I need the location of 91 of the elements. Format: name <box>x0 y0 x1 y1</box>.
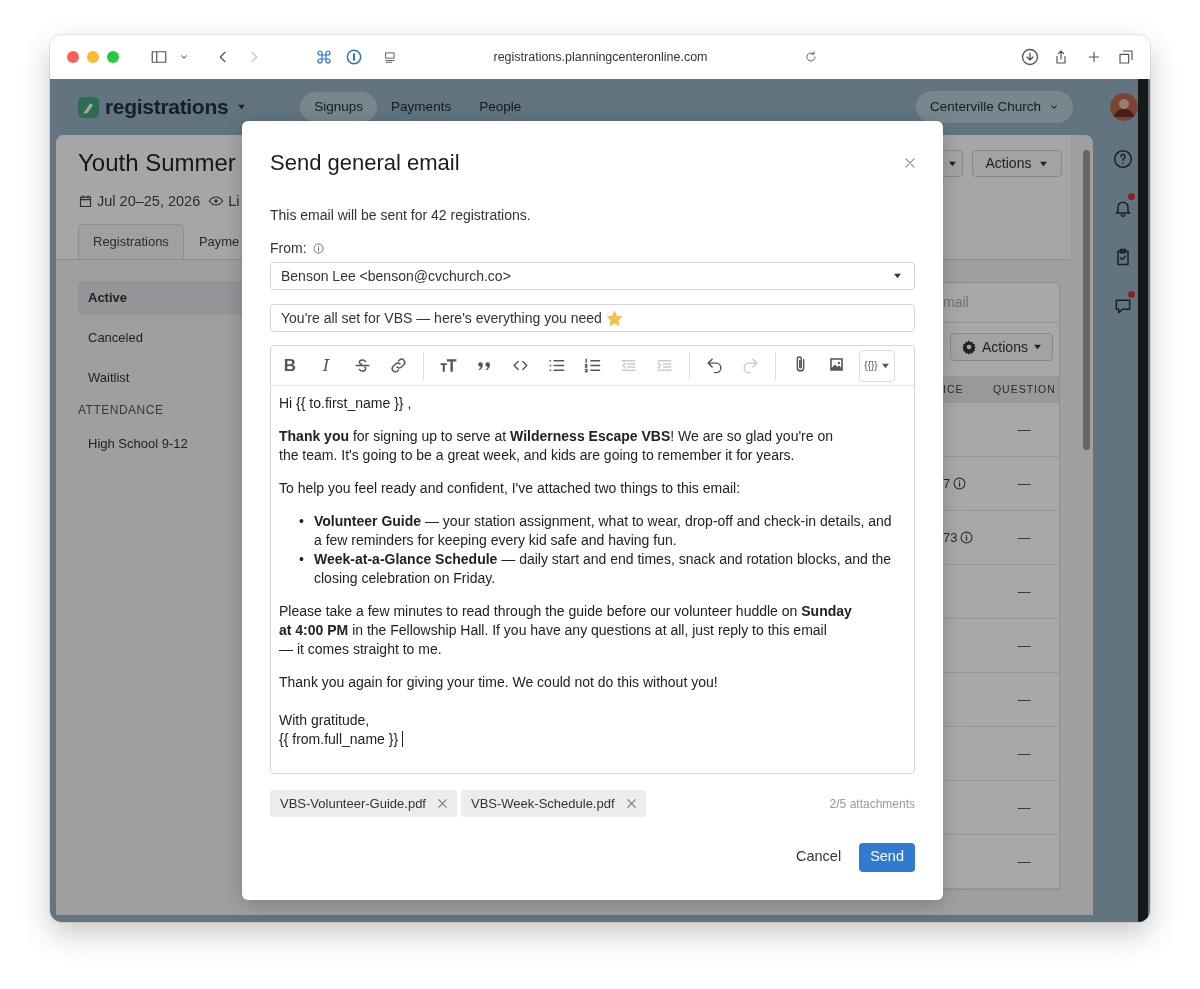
paragraph: Thank you again for giving your time. We could not do this without you! <box>279 673 719 692</box>
paragraph: Hi {{ to.first_name }} , <box>279 394 413 413</box>
link-icon <box>388 356 408 375</box>
strikethrough-icon <box>352 356 372 375</box>
command-icon[interactable] <box>316 49 332 65</box>
sidebar-icon[interactable] <box>150 48 168 66</box>
section-heading: ATTENDANCE <box>78 402 165 419</box>
cancel-button[interactable]: Cancel <box>796 842 842 872</box>
italic-button[interactable]: I <box>311 350 341 381</box>
table-cell: — <box>1017 475 1031 491</box>
table-cell: — <box>1017 583 1031 599</box>
list-marker: • <box>299 512 305 531</box>
reload-icon[interactable] <box>804 50 818 64</box>
attachment-count: 2/5 attachments <box>829 795 915 813</box>
list-item: Week-at-a-Glance Schedule — daily start and end times, snack and rotation blocks, and the closing celebration on Friday. <box>314 550 893 588</box>
password-icon[interactable] <box>346 49 362 65</box>
actions-button[interactable]: Actions <box>950 333 1053 361</box>
text-size-icon <box>438 356 458 375</box>
actions-button[interactable]: Actions <box>972 150 1062 177</box>
remove-attachment-button[interactable] <box>436 797 449 810</box>
sidebar-item[interactable]: Active <box>78 281 242 315</box>
dialog-title: Send general email <box>270 149 460 177</box>
caret-icon <box>1039 160 1049 167</box>
variables-button[interactable]: {{}} <box>859 349 895 382</box>
gear-icon <box>961 339 978 355</box>
sidebar-item[interactable]: High School 9-12 <box>78 427 242 461</box>
eye-icon <box>208 193 225 209</box>
plus-icon[interactable] <box>1087 50 1101 64</box>
logo-icon[interactable] <box>78 96 99 118</box>
close-icon <box>436 797 449 810</box>
page-title: Youth Summer <box>78 148 237 178</box>
remove-attachment-button[interactable] <box>624 797 638 810</box>
sidebar-item[interactable]: Canceled <box>78 321 242 355</box>
table-cell: — <box>1017 421 1031 437</box>
bold-button[interactable]: B <box>275 350 305 381</box>
table-cell-text: 7 <box>943 474 951 493</box>
chevron-down-icon <box>1049 102 1059 112</box>
table-cell: — <box>1017 745 1031 761</box>
info-icon[interactable] <box>953 477 967 490</box>
help-icon[interactable] <box>1113 148 1133 169</box>
reader-icon[interactable] <box>383 50 397 64</box>
subject-field[interactable]: You're all set for VBS — here's everything you need <box>270 304 915 332</box>
url-field[interactable]: registrations.planningcenteronline.com <box>397 47 804 67</box>
table-cell: — <box>1017 799 1031 815</box>
nav-tab[interactable]: People <box>465 91 536 123</box>
numbered-list-icon <box>582 356 602 375</box>
event-date: Jul 20–25, 2026 <box>97 192 201 211</box>
list-item: Volunteer Guide — your station assignment, what to wear, drop-off and check-in details, and a few reminders for keeping every kid safe and having fun. <box>314 512 893 550</box>
paragraph: Thank you for signing up to serve at Wilderness Escape VBS! We are so glad you're on the team. It's going to be a great week, and kids are going to remember it for years. <box>279 427 834 465</box>
signature: With gratitude, {{ from.full_name }} <box>279 711 906 749</box>
sidebar-item[interactable]: Waitlist <box>78 361 242 395</box>
table-cell-text: 73 <box>943 528 958 547</box>
caret-icon <box>880 362 890 369</box>
table-cell: — <box>1017 529 1031 545</box>
paragraph: To help you feel ready and confident, I've attached two things to this email: <box>279 479 742 498</box>
close-window-button[interactable] <box>67 51 79 63</box>
avatar[interactable] <box>1110 93 1138 121</box>
page-tab[interactable]: Registrations <box>78 224 184 259</box>
tabs-icon[interactable] <box>1118 49 1134 65</box>
visibility-label: Li <box>228 192 240 211</box>
attachment-name: VBS-Week-Schedule.pdf <box>471 794 615 813</box>
share-icon[interactable] <box>1053 49 1069 65</box>
close-icon <box>624 797 638 810</box>
caret-icon <box>948 160 957 167</box>
caret-icon <box>893 273 902 279</box>
table-cell: — <box>1017 637 1031 653</box>
dropdown-button[interactable] <box>943 150 963 177</box>
attachment-name: VBS-Volunteer-Guide.pdf <box>280 794 426 813</box>
from-select[interactable]: Benson Lee <benson@cvchurch.co> <box>270 262 915 290</box>
table-cell: — <box>1017 691 1031 707</box>
download-icon[interactable] <box>1021 48 1039 66</box>
info-icon[interactable] <box>312 242 324 254</box>
app-name: registrations <box>105 94 229 121</box>
column-header: ICE <box>943 381 965 397</box>
nav-tab[interactable]: Payments <box>377 91 466 123</box>
field-label: From: <box>270 239 307 258</box>
star-icon <box>605 309 623 327</box>
send-button[interactable]: Send <box>859 842 915 872</box>
paragraph: Please take a few minutes to read through the guide before our volunteer huddle on Sunday at 4:00 PM in the Fellowship Hall. If you have any questions at all, just reply to this email — it comes straight to me. <box>279 602 853 659</box>
caret-icon <box>1032 344 1042 350</box>
list-marker: • <box>299 550 305 569</box>
chevron-down-icon[interactable] <box>179 52 189 62</box>
calendar-icon <box>78 193 93 209</box>
table-cell: — <box>1017 853 1031 869</box>
page-tab[interactable]: Payme <box>183 224 242 259</box>
info-icon[interactable] <box>960 531 974 544</box>
close-button[interactable] <box>903 156 917 170</box>
dialog-message: This email will be sent for 42 registrations. <box>270 206 532 225</box>
close-icon <box>903 156 917 170</box>
column-header: QUESTION <box>991 381 1057 397</box>
caret-icon <box>237 104 247 110</box>
